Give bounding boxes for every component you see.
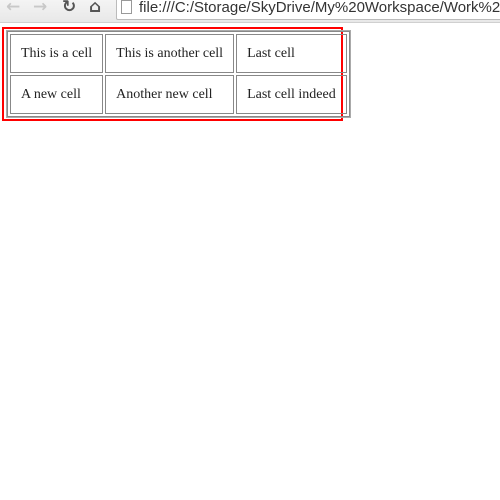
table-cell: This is another cell [105,34,235,73]
table-cell: This is a cell [10,34,104,73]
table-cell: Last cell [236,34,347,73]
url-text[interactable]: file:///C:/Storage/SkyDrive/My%20Workspa… [139,0,500,16]
table-row: This is a cell This is another cell Last… [10,34,347,73]
address-bar[interactable]: file:///C:/Storage/SkyDrive/My%20Workspa… [116,0,500,20]
browser-toolbar: ← → ↻ ⌂ file:///C:/Storage/SkyDrive/My%2… [0,0,500,23]
home-icon[interactable]: ⌂ [89,0,101,17]
html-table: This is a cell This is another cell Last… [6,30,351,118]
table-row: A new cell Another new cell Last cell in… [10,75,347,114]
table-cell: Another new cell [105,75,235,114]
table-cell: A new cell [10,75,104,114]
forward-icon[interactable]: → [33,0,47,17]
page-icon [121,0,132,14]
reload-icon[interactable]: ↻ [62,0,76,17]
table-cell: Last cell indeed [236,75,347,114]
back-icon[interactable]: ← [6,0,20,17]
